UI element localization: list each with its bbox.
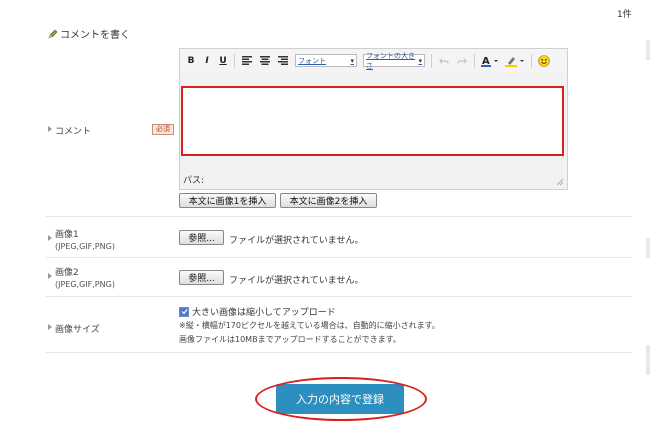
chevron-down-icon: ▾ [418, 56, 422, 65]
font-size-select[interactable]: フォントの大きさ ▾ [363, 52, 425, 70]
size-note-1: ※縦・横幅が170ピクセルを越えている場合は、自動的に縮小されます。 [179, 321, 440, 330]
image1-browse-button[interactable]: 参照... [179, 230, 224, 245]
font-select-value: フォント [298, 56, 326, 65]
chevron-down-icon: ▾ [350, 56, 354, 65]
pencil-icon [48, 29, 58, 39]
insert-image1-button[interactable]: 本文に画像1を挿入 [179, 193, 276, 208]
check-icon [181, 309, 187, 315]
font-select[interactable]: フォント ▾ [295, 54, 357, 67]
image1-label-text: 画像1 [55, 230, 79, 240]
image-size-label-text: 画像サイズ [55, 325, 100, 335]
shrink-checkbox[interactable] [179, 306, 189, 317]
comment-count: 1件 [617, 10, 632, 20]
image2-browse-button[interactable]: 参照... [179, 270, 224, 285]
comment-label: コメント [48, 124, 91, 137]
shrink-option: 大きい画像は縮小してアップロード [179, 305, 336, 318]
scrollbar-track [646, 40, 650, 60]
image1-file-status: ファイルが選択されていません。 [229, 236, 364, 246]
row-arrow-icon [48, 235, 52, 241]
path-label: パス: [183, 176, 205, 186]
rich-text-editor: B I U フォント ▾ フォントの大きさ ▾ A パス: [179, 48, 568, 190]
image2-label-text: 画像2 [55, 268, 79, 278]
row-arrow-icon [48, 273, 52, 279]
heading-text: コメントを書く [60, 30, 130, 41]
row-divider [46, 216, 632, 217]
row-divider [46, 352, 632, 353]
undo-icon[interactable] [438, 55, 450, 67]
align-left-icon[interactable] [241, 55, 253, 67]
redo-icon[interactable] [456, 55, 468, 67]
toolbar-divider [531, 53, 532, 68]
highlight-color-icon[interactable] [505, 55, 525, 67]
shrink-checkbox-label[interactable]: 大きい画像は縮小してアップロード [192, 305, 336, 318]
required-badge: 必須 [152, 124, 174, 135]
smiley-icon[interactable] [538, 54, 550, 67]
highlight-oval [255, 377, 427, 421]
scrollbar-track [646, 345, 650, 375]
row-divider [46, 257, 632, 258]
text-color-icon[interactable]: A [481, 55, 499, 67]
scrollbar-track [646, 238, 650, 258]
image1-formats: (JPEG,GIF,PNG) [55, 242, 115, 251]
comment-label-text: コメント [55, 127, 92, 137]
row-arrow-icon [48, 126, 52, 132]
font-size-select-value: フォントの大きさ [366, 51, 415, 70]
image1-label: 画像1 (JPEG,GIF,PNG) [48, 227, 115, 251]
resize-handle-icon[interactable] [556, 178, 564, 186]
toolbar-divider [431, 53, 432, 68]
insert-image2-button[interactable]: 本文に画像2を挿入 [280, 193, 377, 208]
bold-button[interactable]: B [186, 56, 196, 66]
editor-toolbar: B I U フォント ▾ フォントの大きさ ▾ A [180, 49, 567, 72]
image2-label: 画像2 (JPEG,GIF,PNG) [48, 265, 115, 289]
comment-textarea[interactable] [181, 86, 564, 156]
size-note-2: 画像ファイルは10MBまでアップロードすることができます。 [179, 335, 401, 344]
row-divider [46, 296, 632, 297]
align-center-icon[interactable] [259, 55, 271, 67]
section-heading: コメントを書く [48, 26, 130, 41]
image-size-label: 画像サイズ [48, 322, 100, 335]
image2-formats: (JPEG,GIF,PNG) [55, 280, 115, 289]
align-right-icon[interactable] [277, 55, 289, 67]
italic-button[interactable]: I [202, 56, 212, 66]
row-arrow-icon [48, 324, 52, 330]
underline-button[interactable]: U [218, 56, 228, 66]
toolbar-divider [234, 53, 235, 68]
image2-file-status: ファイルが選択されていません。 [229, 276, 364, 286]
toolbar-divider [474, 53, 475, 68]
